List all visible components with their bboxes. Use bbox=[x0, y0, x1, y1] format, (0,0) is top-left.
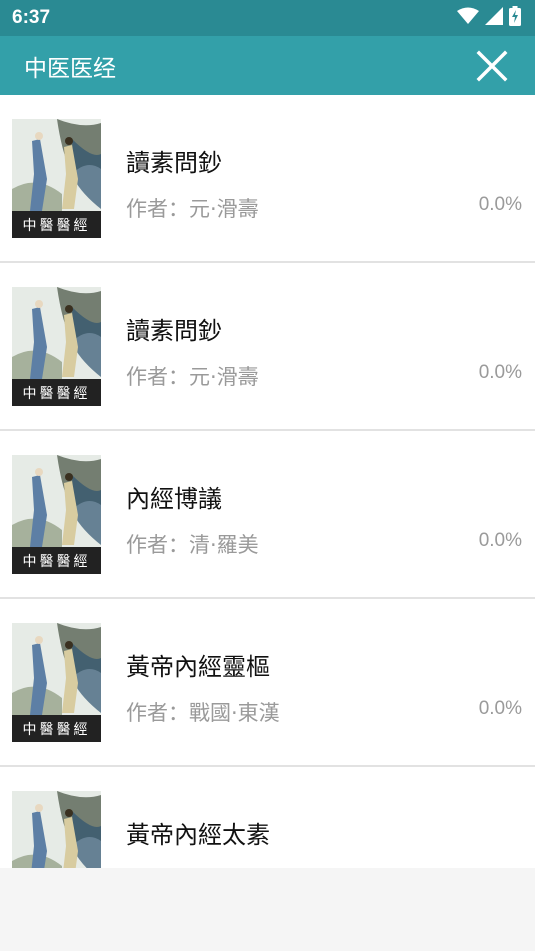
book-list-item[interactable]: 中醫醫經 讀素問鈔 作者：元·滑壽 0.0% bbox=[0, 95, 535, 263]
reading-progress: 0.0% bbox=[478, 194, 522, 215]
battery-charging-icon bbox=[509, 6, 521, 30]
book-author: 作者：元·滑壽 bbox=[126, 197, 259, 221]
book-title: 黃帝內經靈樞 bbox=[126, 653, 270, 681]
book-cover: 中醫醫經 bbox=[12, 287, 101, 406]
book-list: 中醫醫經 讀素問鈔 作者：元·滑壽 0.0% 中醫醫經 讀素問鈔 作者：元·滑壽… bbox=[0, 95, 535, 868]
signal-icon bbox=[485, 7, 503, 29]
book-title: 黃帝內經太素 bbox=[126, 821, 270, 849]
status-time: 6:37 bbox=[12, 7, 51, 28]
book-author: 作者：清·羅美 bbox=[126, 533, 259, 557]
status-bar: 6:37 bbox=[0, 0, 535, 36]
wifi-icon bbox=[457, 7, 479, 29]
book-cover bbox=[12, 791, 101, 868]
cover-label: 中醫醫經 bbox=[12, 715, 101, 742]
book-cover: 中醫醫經 bbox=[12, 455, 101, 574]
reading-progress: 0.0% bbox=[478, 698, 522, 719]
app-bar: 中医医经 bbox=[0, 36, 535, 95]
cover-label: 中醫醫經 bbox=[12, 211, 101, 238]
book-list-item[interactable]: 中醫醫經 內經博議 作者：清·羅美 0.0% bbox=[0, 431, 535, 599]
book-cover: 中醫醫經 bbox=[12, 119, 101, 238]
book-title: 讀素問鈔 bbox=[126, 317, 222, 345]
book-author: 作者：戰國·東漢 bbox=[126, 701, 280, 725]
book-cover: 中醫醫經 bbox=[12, 623, 101, 742]
cover-label: 中醫醫經 bbox=[12, 547, 101, 574]
cover-label: 中醫醫經 bbox=[12, 379, 101, 406]
close-button[interactable] bbox=[473, 47, 511, 85]
book-title: 讀素問鈔 bbox=[126, 149, 222, 177]
empty-bottom-area bbox=[0, 868, 535, 951]
book-author: 作者：元·滑壽 bbox=[126, 365, 259, 389]
book-list-item[interactable]: 黃帝內經太素 bbox=[0, 767, 535, 868]
status-icons bbox=[457, 6, 521, 30]
book-title: 內經博議 bbox=[126, 485, 222, 513]
book-list-item[interactable]: 中醫醫經 讀素問鈔 作者：元·滑壽 0.0% bbox=[0, 263, 535, 431]
page-title: 中医医经 bbox=[24, 55, 116, 82]
reading-progress: 0.0% bbox=[478, 362, 522, 383]
close-icon bbox=[476, 50, 508, 81]
reading-progress: 0.0% bbox=[478, 530, 522, 551]
book-list-item[interactable]: 中醫醫經 黃帝內經靈樞 作者：戰國·東漢 0.0% bbox=[0, 599, 535, 767]
